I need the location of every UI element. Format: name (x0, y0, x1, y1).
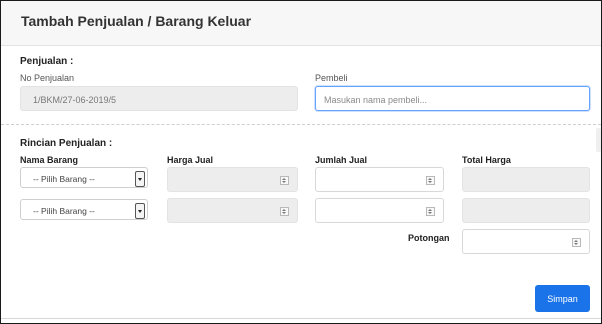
modal-header: Tambah Penjualan / Barang Keluar (1, 1, 601, 46)
spinner-icon[interactable] (572, 238, 581, 247)
spinner-icon (280, 176, 289, 185)
modal-frame (0, 0, 602, 324)
pembeli-input[interactable]: Masukan nama pembeli... (315, 86, 590, 111)
potongan-label: Potongan (408, 233, 450, 243)
footer-divider (1, 318, 601, 319)
section-title-penjualan: Penjualan : (20, 56, 74, 67)
jumlah-jual-input-row-1[interactable] (315, 167, 444, 192)
potongan-input[interactable] (462, 229, 590, 254)
nama-barang-select-row-2[interactable]: -- Pilih Barang -- (20, 199, 148, 220)
nama-barang-select-row-1[interactable]: -- Pilih Barang -- (20, 167, 148, 188)
total-harga-field-row-2 (462, 198, 590, 223)
section-title-rincian: Rincian Penjualan : (20, 138, 113, 149)
page-title: Tambah Penjualan / Barang Keluar (21, 13, 252, 29)
spinner-icon[interactable] (426, 176, 435, 185)
harga-jual-field-row-2 (167, 198, 298, 223)
harga-jual-field-row-1 (167, 167, 298, 192)
spinner-icon[interactable] (426, 207, 435, 216)
chevron-down-icon[interactable] (135, 171, 145, 187)
jumlah-jual-input-row-2[interactable] (315, 198, 444, 223)
scroll-handle[interactable] (596, 128, 601, 152)
save-button[interactable]: Simpan (535, 285, 590, 312)
no-penjualan-value: 1/BKM/27-06-2019/5 (33, 95, 117, 105)
pembeli-placeholder: Masukan nama pembeli... (324, 95, 428, 105)
column-nama-barang: Nama Barang (20, 155, 79, 165)
column-total-harga: Total Harga (462, 155, 511, 165)
section-divider (1, 124, 601, 125)
total-harga-field-row-1 (462, 167, 590, 192)
no-penjualan-field: 1/BKM/27-06-2019/5 (20, 86, 298, 111)
column-harga-jual: Harga Jual (167, 155, 214, 165)
no-penjualan-label: No Penjualan (20, 73, 75, 83)
pembeli-label: Pembeli (315, 73, 348, 83)
column-jumlah-jual: Jumlah Jual (315, 155, 368, 165)
spinner-icon (280, 207, 289, 216)
nama-barang-select-value: -- Pilih Barang -- (33, 206, 95, 216)
nama-barang-select-value: -- Pilih Barang -- (33, 174, 95, 184)
chevron-down-icon[interactable] (135, 203, 145, 219)
